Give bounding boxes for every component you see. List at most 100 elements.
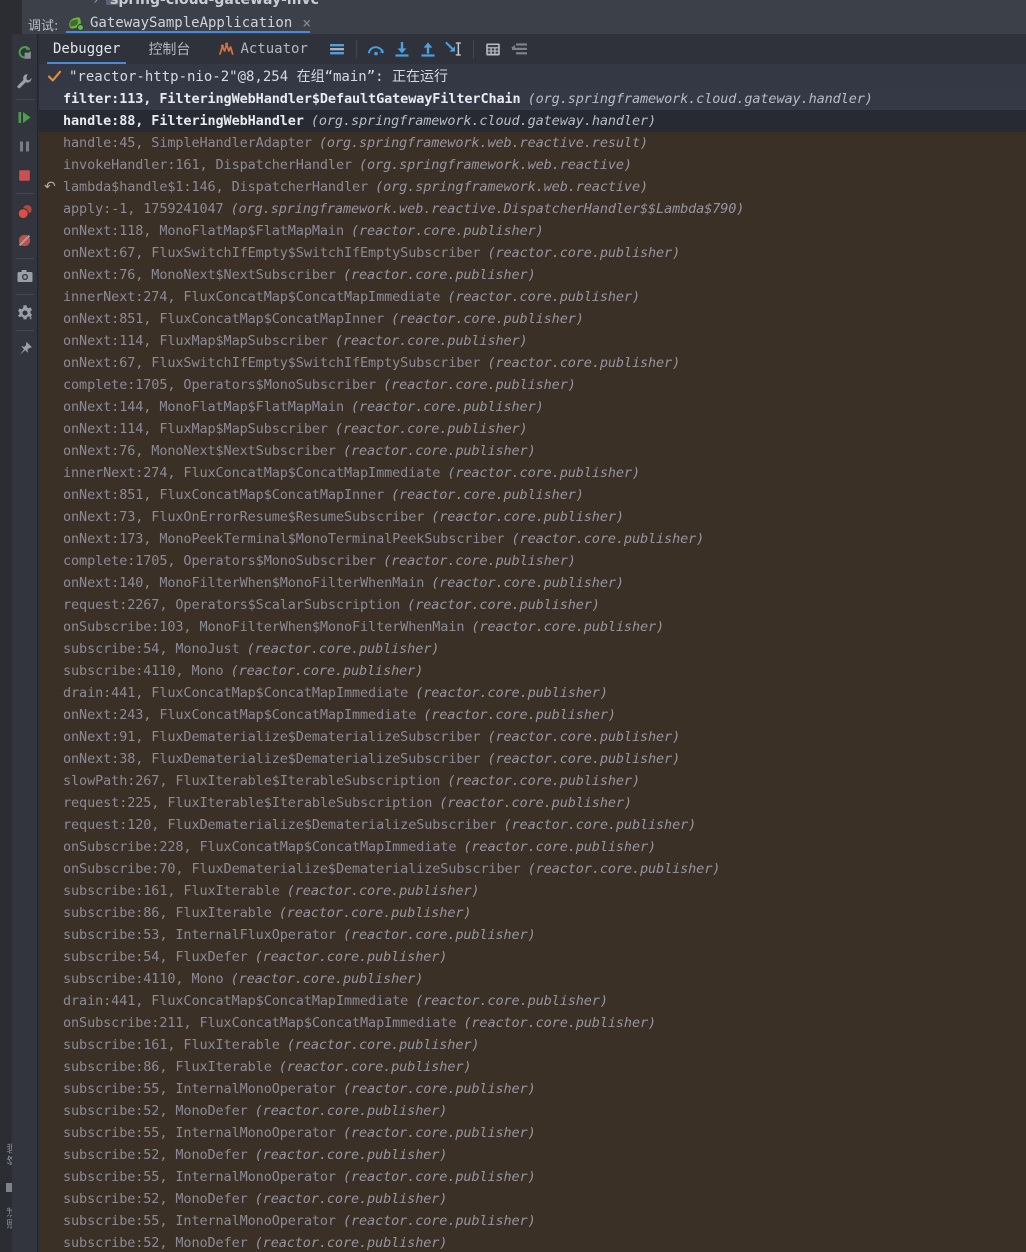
stack-frame-row[interactable]: innerNext:274, FluxConcatMap$ConcatMapIm… [39, 286, 1026, 308]
stack-frame-row[interactable]: request:120, FluxDematerialize$Demateria… [39, 814, 1026, 836]
stack-frame-row[interactable]: onNext:67, FluxSwitchIfEmpty$SwitchIfEmp… [39, 242, 1026, 264]
stack-frame-row[interactable]: request:225, FluxIterable$IterableSubscr… [39, 792, 1026, 814]
mute-breakpoints-button[interactable] [12, 226, 38, 255]
tab-actuator-label: Actuator [240, 41, 308, 57]
stack-frame-row[interactable]: invokeHandler:161, DispatcherHandler (org… [39, 154, 1026, 176]
stack-frame-row[interactable]: subscribe:52, MonoDefer (reactor.core.pub… [39, 1100, 1026, 1122]
edit-configuration-button[interactable] [12, 67, 38, 96]
stack-frame-package: (reactor.core.publisher) [230, 971, 424, 987]
stack-frame-row[interactable]: ↶ lambda$handle$1:146, DispatcherHandler (… [39, 176, 1026, 198]
stack-frame-row[interactable]: onSubscribe:228, FluxConcatMap$ConcatMap… [39, 836, 1026, 858]
stop-button[interactable] [12, 161, 38, 190]
stack-frame-row[interactable]: subscribe:86, FluxIterable (reactor.core.… [39, 1056, 1026, 1078]
stack-frame-row[interactable]: innerNext:274, FluxConcatMap$ConcatMapIm… [39, 462, 1026, 484]
stack-frame-row[interactable]: onNext:76, MonoNext$NextSubscriber (react… [39, 264, 1026, 286]
stack-frame-row[interactable]: request:2267, Operators$ScalarSubscripti… [39, 594, 1026, 616]
frames-filter-icon[interactable] [506, 36, 532, 62]
stack-frame-row[interactable]: subscribe:54, FluxDefer (reactor.core.pub… [39, 946, 1026, 968]
stack-frame-row[interactable]: onSubscribe:70, FluxDematerialize$Demate… [39, 858, 1026, 880]
stack-frame-method: onSubscribe:211, FluxConcatMap$ConcatMap… [63, 1015, 457, 1031]
stack-frame-method: subscribe:55, InternalMonoOperator [63, 1169, 336, 1185]
stack-frame-row[interactable]: onNext:140, MonoFilterWhen$MonoFilterWhe… [39, 572, 1026, 594]
mute-breakpoints-icon [18, 234, 31, 247]
rerun-button[interactable] [12, 38, 38, 67]
stack-frame-row[interactable]: subscribe:53, InternalFluxOperator (react… [39, 924, 1026, 946]
stack-frame-row[interactable]: drain:441, FluxConcatMap$ConcatMapImmedi… [39, 990, 1026, 1012]
stack-frame-row[interactable]: onNext:73, FluxOnErrorResume$ResumeSubsc… [39, 506, 1026, 528]
thread-status-text: "reactor-http-nio-2"@8,254 在组“main”: 正在运… [69, 69, 449, 85]
resume-program-button[interactable] [12, 103, 38, 132]
stack-frame-method: innerNext:274, FluxConcatMap$ConcatMapIm… [63, 465, 441, 481]
stack-frame-row[interactable]: onNext:144, MonoFlatMap$FlatMapMain (reac… [39, 396, 1026, 418]
stack-frame-row[interactable]: onNext:91, FluxDematerialize$Demateriali… [39, 726, 1026, 748]
step-into-icon[interactable] [389, 36, 415, 62]
stack-frame-method: invokeHandler:161, DispatcherHandler [63, 157, 352, 173]
wrench-icon [17, 74, 32, 89]
stack-frame-row[interactable]: subscribe:161, FluxIterable (reactor.core… [39, 880, 1026, 902]
pause-program-button[interactable] [12, 132, 38, 161]
stack-frame-package: (reactor.core.publisher) [487, 245, 681, 261]
stack-frame-row[interactable]: subscribe:4110, Mono (reactor.core.publis… [39, 660, 1026, 682]
tab-console[interactable]: 控制台 [134, 34, 204, 64]
stack-frame-method: apply:-1, 1759241047 [63, 201, 224, 217]
screenshot-button[interactable] [12, 262, 38, 291]
stack-frame-package: (reactor.core.publisher) [254, 1103, 448, 1119]
stack-frame-row[interactable]: filter:113, FilteringWebHandler$DefaultG… [39, 88, 1026, 110]
stack-frame-package: (reactor.core.publisher) [407, 597, 600, 613]
thread-status-row[interactable]: "reactor-http-nio-2"@8,254 在组“main”: 正在运… [39, 64, 1026, 88]
stack-frame-row[interactable]: onNext:118, MonoFlatMap$FlatMapMain (reac… [39, 220, 1026, 242]
stack-frame-row[interactable]: subscribe:55, InternalMonoOperator (react… [39, 1122, 1026, 1144]
gear-icon [17, 304, 32, 320]
pin-icon [19, 341, 32, 355]
tab-debugger[interactable]: Debugger [39, 34, 134, 64]
close-icon[interactable]: × [302, 15, 311, 31]
call-stack-list[interactable]: filter:113, FilteringWebHandler$DefaultG… [39, 88, 1026, 1252]
stack-frame-row[interactable]: onNext:851, FluxConcatMap$ConcatMapInner… [39, 484, 1026, 506]
stack-frame-row[interactable]: onNext:851, FluxConcatMap$ConcatMapInner… [39, 308, 1026, 330]
stack-frame-row[interactable]: subscribe:4110, Mono (reactor.core.publis… [39, 968, 1026, 990]
stack-frame-row[interactable]: subscribe:55, InternalMonoOperator (react… [39, 1078, 1026, 1100]
stack-frame-row[interactable]: onNext:114, FluxMap$MapSubscriber (reacto… [39, 418, 1026, 440]
view-breakpoints-button[interactable] [12, 197, 38, 226]
stack-frame-row[interactable]: handle:88, FilteringWebHandler (org.sprin… [39, 110, 1026, 132]
stack-frame-row[interactable]: subscribe:55, InternalMonoOperator (react… [39, 1210, 1026, 1232]
settings-button[interactable] [12, 298, 38, 327]
stack-frame-row[interactable]: subscribe:52, MonoDefer (reactor.core.pub… [39, 1232, 1026, 1252]
stack-frame-row[interactable]: onNext:38, FluxDematerialize$Demateriali… [39, 748, 1026, 770]
stack-frame-package: (reactor.core.publisher) [463, 839, 657, 855]
stack-frame-row[interactable]: subscribe:54, MonoJust (reactor.core.publ… [39, 638, 1026, 660]
evaluate-expression-icon[interactable] [480, 36, 506, 62]
stack-frame-row[interactable]: subscribe:52, MonoDefer (reactor.core.pub… [39, 1144, 1026, 1166]
stack-frame-row[interactable]: subscribe:161, FluxIterable (reactor.core… [39, 1034, 1026, 1056]
stack-frame-row[interactable]: onSubscribe:211, FluxConcatMap$ConcatMap… [39, 1012, 1026, 1034]
stack-frame-row[interactable]: apply:-1, 1759241047 (org.springframework… [39, 198, 1026, 220]
run-to-cursor-icon[interactable] [441, 36, 467, 62]
stack-frame-row[interactable]: complete:1705, Operators$MonoSubscriber (… [39, 550, 1026, 572]
stack-frame-row[interactable]: complete:1705, Operators$MonoSubscriber (… [39, 374, 1026, 396]
stack-frame-row[interactable]: slowPath:267, FluxIterable$IterableSubsc… [39, 770, 1026, 792]
stack-frame-row[interactable]: subscribe:52, MonoDefer (reactor.core.pub… [39, 1188, 1026, 1210]
stack-frame-method: onNext:91, FluxDematerialize$Demateriali… [63, 729, 481, 745]
stack-frame-row[interactable]: onNext:243, FluxConcatMap$ConcatMapImmed… [39, 704, 1026, 726]
stack-frame-method: onSubscribe:70, FluxDematerialize$Demate… [63, 861, 521, 877]
stack-frame-row[interactable]: onSubscribe:103, MonoFilterWhen$MonoFilt… [39, 616, 1026, 638]
stack-frame-row[interactable]: onNext:67, FluxSwitchIfEmpty$SwitchIfEmp… [39, 352, 1026, 374]
step-over-icon[interactable] [363, 36, 389, 62]
tab-actuator[interactable]: Actuator [204, 34, 321, 64]
stack-frame-row[interactable]: subscribe:55, InternalMonoOperator (react… [39, 1166, 1026, 1188]
pin-tab-button[interactable] [12, 334, 38, 363]
stack-frame-row[interactable]: subscribe:86, FluxIterable (reactor.core.… [39, 902, 1026, 924]
stack-frame-method: lambda$handle$1:146, DispatcherHandler [63, 179, 369, 195]
stack-frame-package: (org.springframework.cloud.gateway.handl… [310, 113, 657, 129]
breakpoints-icon [17, 204, 32, 219]
stack-frame-row[interactable]: onNext:76, MonoNext$NextSubscriber (react… [39, 440, 1026, 462]
stack-frame-row[interactable]: onNext:173, MonoPeekTerminal$MonoTermina… [39, 528, 1026, 550]
rail-separator [15, 330, 34, 331]
threads-and-variables-icon[interactable] [324, 36, 350, 62]
breadcrumb-project-name[interactable]: spring-cloud-gateway-mvc [110, 0, 319, 8]
stack-frame-row[interactable]: handle:45, SimpleHandlerAdapter (org.spri… [39, 132, 1026, 154]
stack-frame-package: (reactor.core.publisher) [342, 1125, 536, 1141]
stack-frame-row[interactable]: drain:441, FluxConcatMap$ConcatMapImmedi… [39, 682, 1026, 704]
step-out-icon[interactable] [415, 36, 441, 62]
stack-frame-row[interactable]: onNext:114, FluxMap$MapSubscriber (reacto… [39, 330, 1026, 352]
